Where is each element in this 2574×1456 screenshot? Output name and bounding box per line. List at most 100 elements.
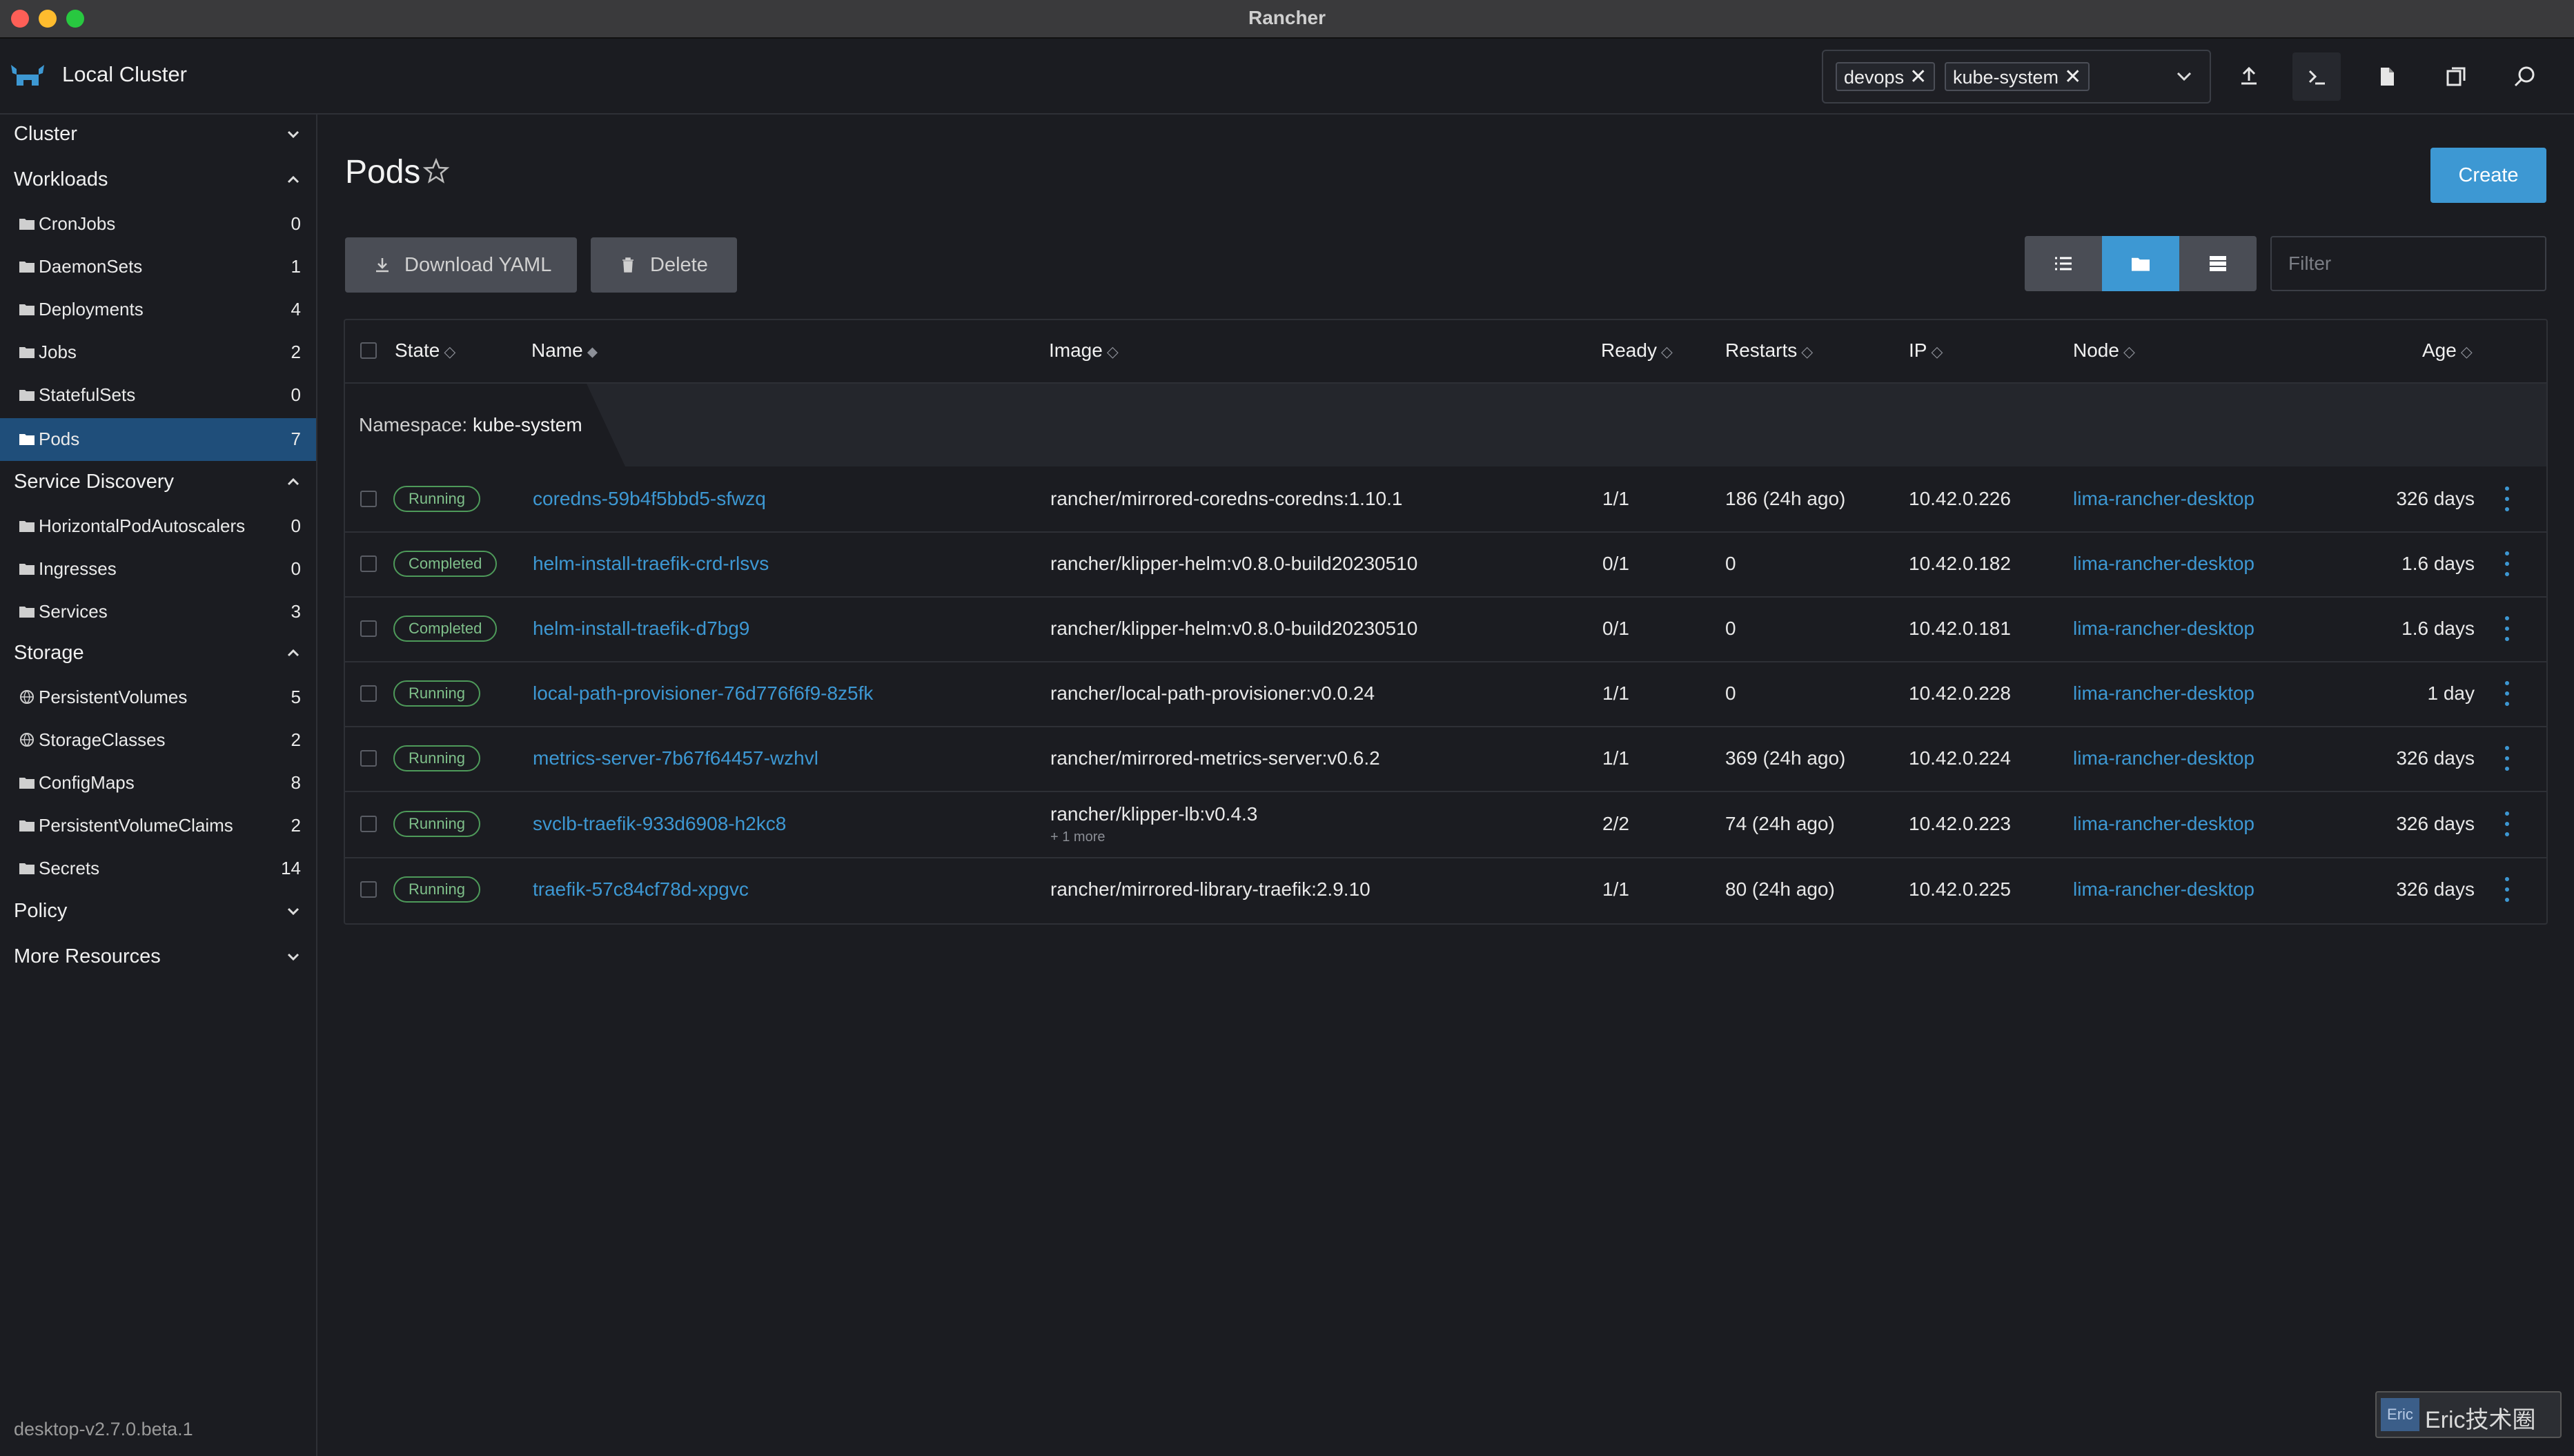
watermark-badge: Eric [2381,1398,2419,1431]
sort-icon: ◇ [444,343,456,360]
create-button[interactable]: Create [2430,148,2546,203]
row-actions-menu-icon[interactable] [2502,746,2513,771]
node-link[interactable]: lima-rancher-desktop [2073,553,2254,575]
row-actions-menu-icon[interactable] [2502,486,2513,511]
node-link[interactable]: lima-rancher-desktop [2073,618,2254,640]
table-row[interactable]: Running coredns-59b4f5bbd5-sfwzq rancher/m… [345,466,2546,533]
sort-icon: ◇ [1931,343,1943,360]
row-checkbox[interactable] [360,881,377,898]
column-header-image[interactable]: Image ◇ [1049,340,1119,362]
table-row[interactable]: Completed helm-install-traefik-crd-rlsvs r… [345,531,2546,598]
namespace-chip-devops[interactable]: devops ✕ [1836,62,1936,91]
pod-ip: 10.42.0.226 [1909,488,2011,509]
row-checkbox[interactable] [360,555,377,572]
column-header-name[interactable]: Name ⬥ [531,340,598,362]
sidebar-item-ingresses[interactable]: Ingresses 0 [0,548,316,591]
globe-icon [20,690,34,704]
kubectl-shell-button[interactable] [2292,52,2341,101]
pod-name-link[interactable]: metrics-server-7b67f64457-wzhvl [533,747,818,769]
sort-icon: ◇ [2460,343,2473,360]
sidebar-item-statefulsets[interactable]: StatefulSets 0 [0,374,316,417]
select-all-checkbox[interactable] [360,342,377,359]
namespace-chip-kube-system[interactable]: kube-system ✕ [1945,62,2090,91]
nav-group-workloads[interactable]: Workloads [0,160,316,203]
table-row[interactable]: Running local-path-provisioner-76d776f6f9… [345,661,2546,727]
pod-name-link[interactable]: local-path-provisioner-76d776f6f9-8z5fk [533,682,873,705]
more-images-label[interactable]: + 1 more [1050,829,1105,845]
pod-name-link[interactable]: traefik-57c84cf78d-xpgvc [533,878,749,901]
node-link[interactable]: lima-rancher-desktop [2073,488,2254,510]
sidebar-item-label: StatefulSets [39,384,136,405]
column-header-restarts[interactable]: Restarts ◇ [1725,340,1813,362]
sidebar-item-label: HorizontalPodAutoscalers [39,515,246,536]
sidebar-item-pods[interactable]: Pods 7 [0,418,316,461]
namespace-selector[interactable]: devops ✕ kube-system ✕ [1822,50,2211,104]
remove-namespace-icon[interactable]: ✕ [1909,66,1927,88]
row-actions-menu-icon[interactable] [2502,877,2513,902]
node-link[interactable]: lima-rancher-desktop [2073,682,2254,705]
pod-name-link[interactable]: helm-install-traefik-crd-rlsvs [533,553,769,575]
row-checkbox[interactable] [360,491,377,507]
nav-group-cluster[interactable]: Cluster [0,115,316,157]
download-kubeconfig-button[interactable] [2363,52,2411,101]
sidebar-item-count: 2 [291,342,301,362]
sidebar-item-services[interactable]: Services 3 [0,591,316,633]
download-yaml-button[interactable]: Download YAML [345,237,577,293]
chevron-up-icon [287,175,299,184]
sidebar-item-deployments[interactable]: Deployments 4 [0,288,316,331]
flat-list-view-button[interactable] [2025,236,2102,291]
filter-input[interactable] [2270,236,2546,291]
row-checkbox[interactable] [360,750,377,767]
pod-ready: 2/2 [1602,813,1629,834]
row-actions-menu-icon[interactable] [2502,616,2513,641]
pod-name-link[interactable]: helm-install-traefik-d7bg9 [533,618,749,640]
column-header-age[interactable]: Age ◇ [2422,340,2473,362]
delete-button[interactable]: Delete [591,237,737,293]
pod-name-link[interactable]: svclb-traefik-933d6908-h2kc8 [533,813,786,835]
table-row[interactable]: Completed helm-install-traefik-d7bg9 ranch… [345,596,2546,662]
column-header-node[interactable]: Node ◇ [2073,340,2135,362]
sidebar-item-configmaps[interactable]: ConfigMaps 8 [0,762,316,805]
remove-namespace-icon[interactable]: ✕ [2064,66,2081,88]
resource-search-button[interactable] [2501,52,2549,101]
node-link[interactable]: lima-rancher-desktop [2073,878,2254,901]
row-actions-menu-icon[interactable] [2502,681,2513,706]
sidebar-item-label: Ingresses [39,558,117,579]
group-by-namespace-button[interactable] [2102,236,2179,291]
sidebar-item-count: 1 [291,256,301,277]
copy-kubeconfig-button[interactable] [2432,52,2480,101]
sidebar-item-persistentvolumes[interactable]: PersistentVolumes 5 [0,676,316,719]
sidebar-item-persistentvolumeclaims[interactable]: PersistentVolumeClaims 2 [0,805,316,847]
pod-name-link[interactable]: coredns-59b4f5bbd5-sfwzq [533,488,766,510]
column-header-ready[interactable]: Ready ◇ [1601,340,1673,362]
star-icon[interactable] [422,157,450,185]
group-by-node-button[interactable] [2179,236,2257,291]
nav-group-policy[interactable]: Policy [0,892,316,934]
row-checkbox[interactable] [360,816,377,832]
sidebar-item-storageclasses[interactable]: StorageClasses 2 [0,719,316,762]
nav-group-label: Cluster [14,123,77,145]
table-row[interactable]: Running metrics-server-7b67f64457-wzhvl ra… [345,726,2546,792]
nav-group-storage[interactable]: Storage [0,633,316,676]
import-yaml-button[interactable] [2225,52,2273,101]
nav-group-service-discovery[interactable]: Service Discovery [0,462,316,505]
node-link[interactable]: lima-rancher-desktop [2073,747,2254,769]
table-row[interactable]: Running traefik-57c84cf78d-xpgvc rancher/m… [345,857,2546,922]
table-row[interactable]: Running svclb-traefik-933d6908-h2kc8 ranch… [345,791,2546,858]
column-header-state[interactable]: State ◇ [395,340,455,362]
nav-group-more-resources[interactable]: More Resources [0,937,316,980]
sidebar-item-jobs[interactable]: Jobs 2 [0,331,316,374]
row-actions-menu-icon[interactable] [2502,811,2513,836]
node-link[interactable]: lima-rancher-desktop [2073,813,2254,835]
window-title: Rancher [1248,7,1326,28]
sidebar-item-cronjobs[interactable]: CronJobs 0 [0,203,316,246]
sidebar-item-secrets[interactable]: Secrets 14 [0,847,316,890]
row-actions-menu-icon[interactable] [2502,551,2513,576]
row-checkbox[interactable] [360,685,377,702]
column-header-ip[interactable]: IP ◇ [1909,340,1943,362]
row-checkbox[interactable] [360,620,377,637]
sidebar-item-label: PersistentVolumes [39,687,188,707]
sidebar-item-horizontalpodautoscalers[interactable]: HorizontalPodAutoscalers 0 [0,505,316,548]
sidebar-item-daemonsets[interactable]: DaemonSets 1 [0,246,316,288]
chevron-down-icon[interactable] [2174,66,2194,87]
